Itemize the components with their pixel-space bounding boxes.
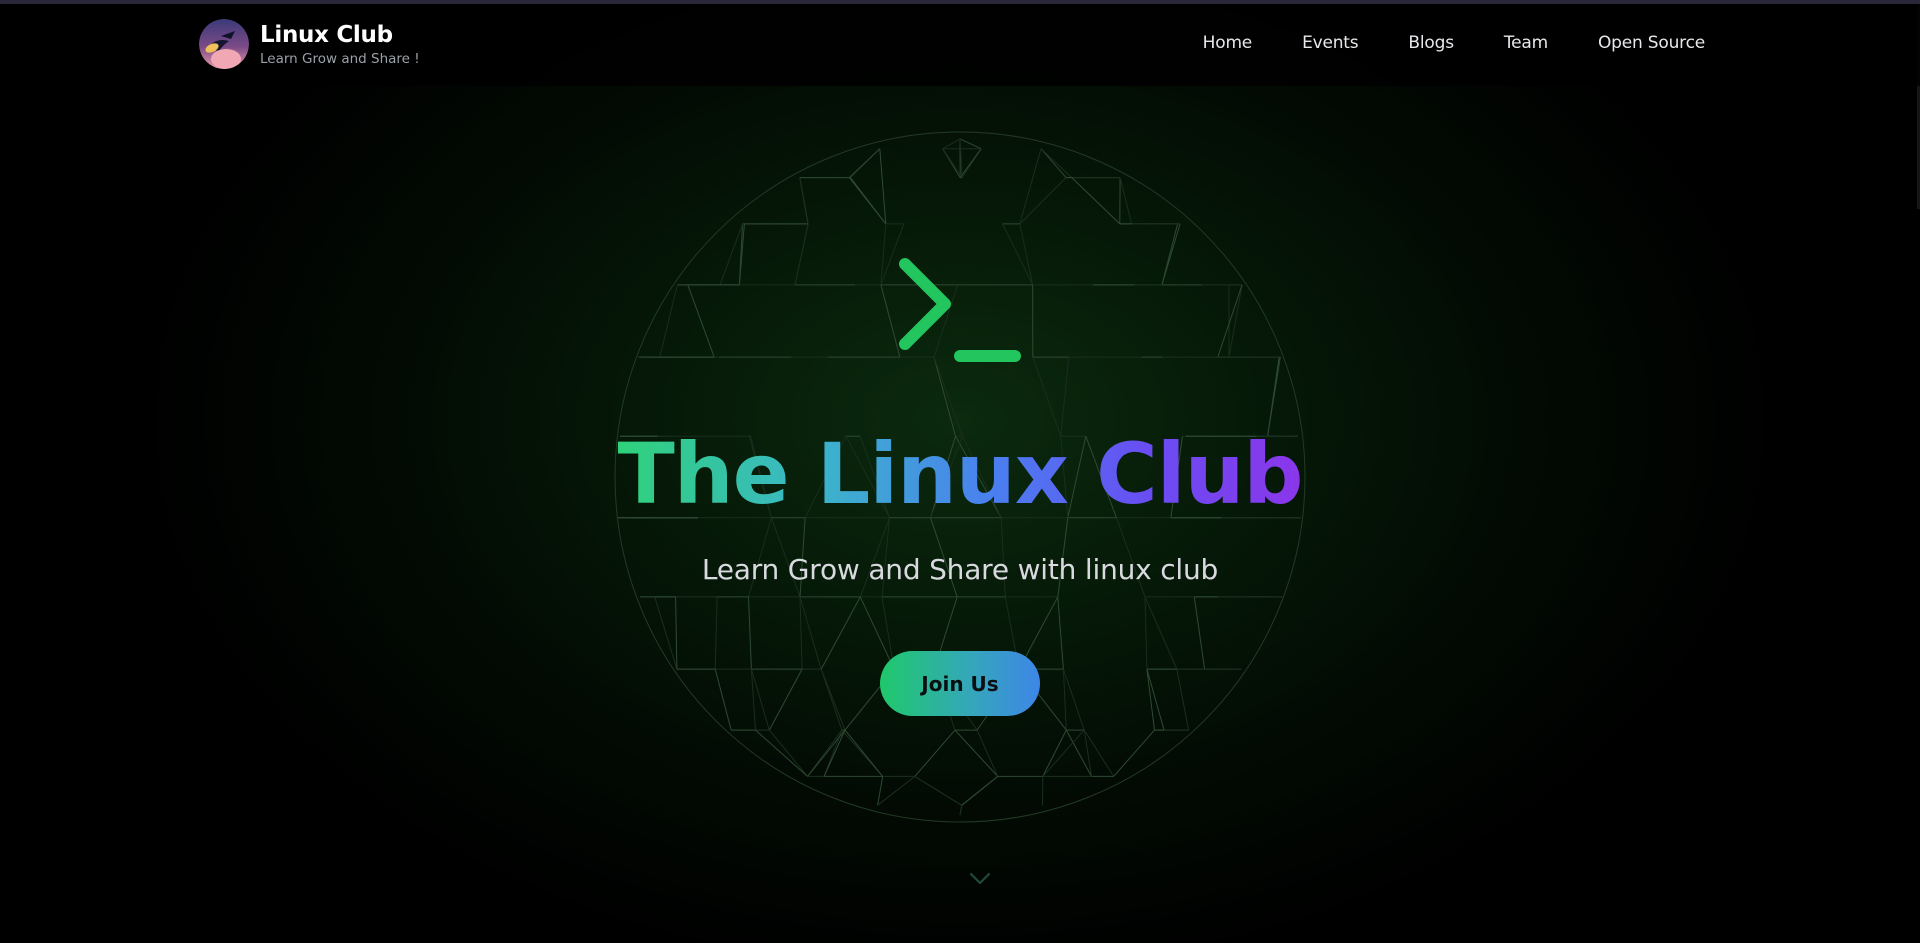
brand-tagline: Learn Grow and Share !	[260, 50, 420, 67]
brand-title: Linux Club	[260, 21, 393, 48]
globe-edge	[1144, 596, 1148, 670]
hero-title: The Linux Club	[0, 424, 1920, 524]
globe-edge	[1040, 148, 1067, 178]
globe-edge	[877, 776, 884, 806]
page: Linux Club Learn Grow and Share ! Home E…	[0, 0, 1920, 943]
globe-edge	[1083, 729, 1115, 777]
globe-edge	[880, 223, 887, 285]
terminal-prompt-icon	[899, 258, 1021, 362]
chevron-down-icon[interactable]	[968, 870, 992, 888]
globe-edge	[1062, 668, 1085, 731]
globe-edge	[859, 596, 895, 670]
globe-edge	[1042, 729, 1067, 777]
globe-edge	[750, 669, 756, 731]
nav-blogs[interactable]: Blogs	[1408, 33, 1454, 53]
globe-edge	[820, 668, 846, 731]
globe-edge	[675, 596, 678, 670]
globe-edge	[714, 668, 732, 731]
globe-edge	[755, 729, 808, 777]
nav-home[interactable]: Home	[1203, 33, 1253, 53]
globe-edge	[1071, 177, 1121, 225]
brand-link[interactable]: Linux Club Learn Grow and Share !	[199, 19, 420, 69]
globe-edge	[879, 148, 887, 224]
nav-team[interactable]: Team	[1504, 33, 1548, 53]
globe-edge	[1217, 284, 1243, 358]
hero-subtitle: Learn Grow and Share with linux club	[701, 553, 1219, 586]
globe-edge	[1176, 669, 1190, 731]
globe-edge	[959, 138, 982, 150]
globe-edge	[959, 805, 963, 816]
globe-edge	[719, 223, 743, 286]
globe-edge	[914, 775, 962, 806]
globe-edge	[914, 729, 956, 777]
globe-edge	[877, 776, 916, 806]
globe-edge	[768, 668, 803, 731]
globe-edge	[954, 729, 999, 777]
globe-edge	[1146, 668, 1165, 731]
globe-edge	[823, 729, 846, 777]
globe-edge	[799, 596, 803, 670]
globe-edge	[1228, 284, 1243, 358]
globe-edge	[768, 729, 808, 777]
globe-edge	[799, 177, 809, 224]
globe-edge	[1057, 596, 1064, 670]
globe-edge	[1113, 729, 1155, 777]
globe-edge	[748, 596, 752, 670]
globe-edge	[794, 223, 809, 286]
globe-edge	[654, 596, 678, 670]
globe-edge	[1042, 729, 1085, 777]
globe-edge	[1040, 148, 1073, 178]
nav-open-source[interactable]: Open Source	[1598, 33, 1705, 53]
club-logo-icon	[199, 19, 249, 69]
globe-edge	[942, 148, 963, 178]
globe-edge	[659, 284, 678, 358]
main-menu: Home Events Blogs Team Open Source	[1153, 33, 1706, 53]
globe-edge	[687, 284, 715, 358]
globe-edge	[961, 776, 999, 806]
globe-edge	[942, 138, 961, 150]
globe-edge	[750, 668, 770, 731]
globe-edge	[844, 729, 884, 777]
globe-edge	[1062, 669, 1067, 731]
navbar: Linux Club Learn Grow and Share ! Home E…	[0, 4, 1920, 86]
join-us-button[interactable]: Join Us	[880, 651, 1040, 716]
nav-events[interactable]: Events	[1302, 33, 1359, 53]
globe-edge	[959, 148, 982, 178]
globe-edge	[1146, 669, 1155, 731]
globe-edge	[714, 596, 718, 670]
globe-edge	[820, 596, 861, 670]
globe-edge	[1119, 177, 1133, 225]
globe-edge	[976, 729, 999, 777]
globe-edge	[1161, 223, 1181, 286]
globe-edge	[1193, 596, 1206, 670]
hero-title-text: The Linux Club	[617, 425, 1303, 523]
globe-edge	[799, 596, 822, 670]
globe-edge	[848, 148, 881, 178]
globe-edge	[848, 177, 887, 225]
globe-edge	[1144, 596, 1178, 670]
